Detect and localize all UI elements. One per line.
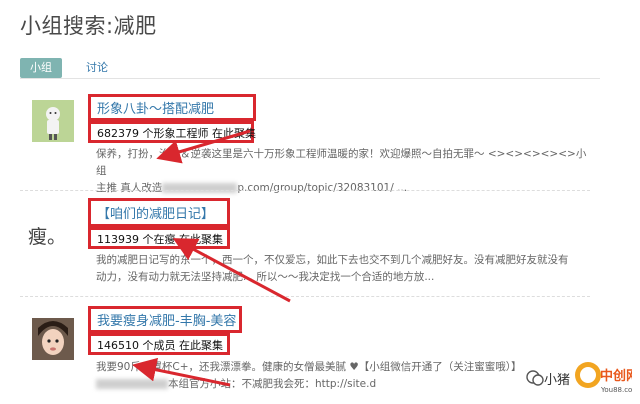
tab-discussions[interactable]: 讨论 bbox=[76, 58, 118, 78]
description-line: 我的减肥日记写的东一个，西一个，不仅爱忘，如此下去也交不到几个减肥好友。没有减肥… bbox=[96, 254, 569, 266]
description-line: 我要90斤，罩杯C+，还我漂漂拳。健康的女僧最美腻 ♥【小组微信开通了（关注蜜蜜… bbox=[96, 361, 522, 373]
group-avatar-cartoon[interactable] bbox=[32, 100, 74, 142]
result-divider bbox=[20, 190, 590, 191]
avatar-text: 瘦。 bbox=[28, 226, 67, 248]
group-avatar-text[interactable]: 瘦。 bbox=[28, 216, 80, 258]
member-count: 113939 个在瘦 在此聚集 bbox=[97, 233, 223, 246]
tab-divider bbox=[20, 78, 600, 79]
member-count: 682379 个形象工程师 在此聚集 bbox=[97, 127, 256, 140]
watermark: 小猪 中创网 You88.com bbox=[526, 358, 639, 398]
group-title-box: 我要瘦身减肥-丰胸-美容 bbox=[88, 306, 242, 333]
redacted-text bbox=[162, 183, 238, 193]
group-meta-box: 682379 个形象工程师 在此聚集 bbox=[88, 121, 256, 143]
redacted-text bbox=[96, 379, 168, 389]
page-title: 小组搜索:减肥 bbox=[20, 14, 157, 38]
description-line: p.com/group/topic/32083101/ ... bbox=[237, 182, 408, 194]
site-logo: 中创网 You88.com bbox=[574, 358, 639, 398]
wechat-icon bbox=[526, 370, 544, 386]
group-title-link[interactable]: 形象八卦～搭配减肥 bbox=[97, 102, 214, 117]
member-count: 146510 个成员 在此聚集 bbox=[97, 339, 223, 352]
logo-text: 中创网 bbox=[600, 368, 632, 384]
group-title-box: 形象八卦～搭配减肥 bbox=[88, 94, 256, 121]
group-avatar-photo[interactable] bbox=[32, 318, 74, 360]
description-line: 保养，打扮，治愈＆逆袭这里是六十万形象工程师温暖的家！欢迎爆照～自拍无罪～ <>… bbox=[96, 148, 587, 177]
group-description: 我要90斤，罩杯C+，还我漂漂拳。健康的女僧最美腻 ♥【小组微信开通了（关注蜜蜜… bbox=[96, 359, 596, 393]
group-title-link[interactable]: 【咱们的减肥日记】 bbox=[97, 207, 214, 222]
description-line: 主推 真人改造 bbox=[96, 182, 163, 194]
tab-bar: 小组 讨论 bbox=[20, 58, 118, 78]
group-meta-box: 146510 个成员 在此聚集 bbox=[88, 333, 230, 355]
watermark-text: 小猪 bbox=[543, 372, 570, 388]
description-line: 动力，没有动力就无法坚持减肥... 所以～～我决定找一个合适的地方放... bbox=[96, 271, 435, 283]
description-line: 本组官方小站：不减肥我会死：http://site.d bbox=[168, 378, 377, 390]
group-title-box: 【咱们的减肥日记】 bbox=[88, 198, 230, 227]
logo-subtext: You88.com bbox=[600, 386, 632, 394]
group-title-link[interactable]: 我要瘦身减肥-丰胸-美容 bbox=[97, 314, 236, 329]
result-divider bbox=[20, 296, 590, 297]
group-meta-box: 113939 个在瘦 在此聚集 bbox=[88, 227, 230, 249]
group-description: 我的减肥日记写的东一个，西一个，不仅爱忘，如此下去也交不到几个减肥好友。没有减肥… bbox=[96, 252, 606, 286]
tab-groups[interactable]: 小组 bbox=[20, 58, 62, 78]
